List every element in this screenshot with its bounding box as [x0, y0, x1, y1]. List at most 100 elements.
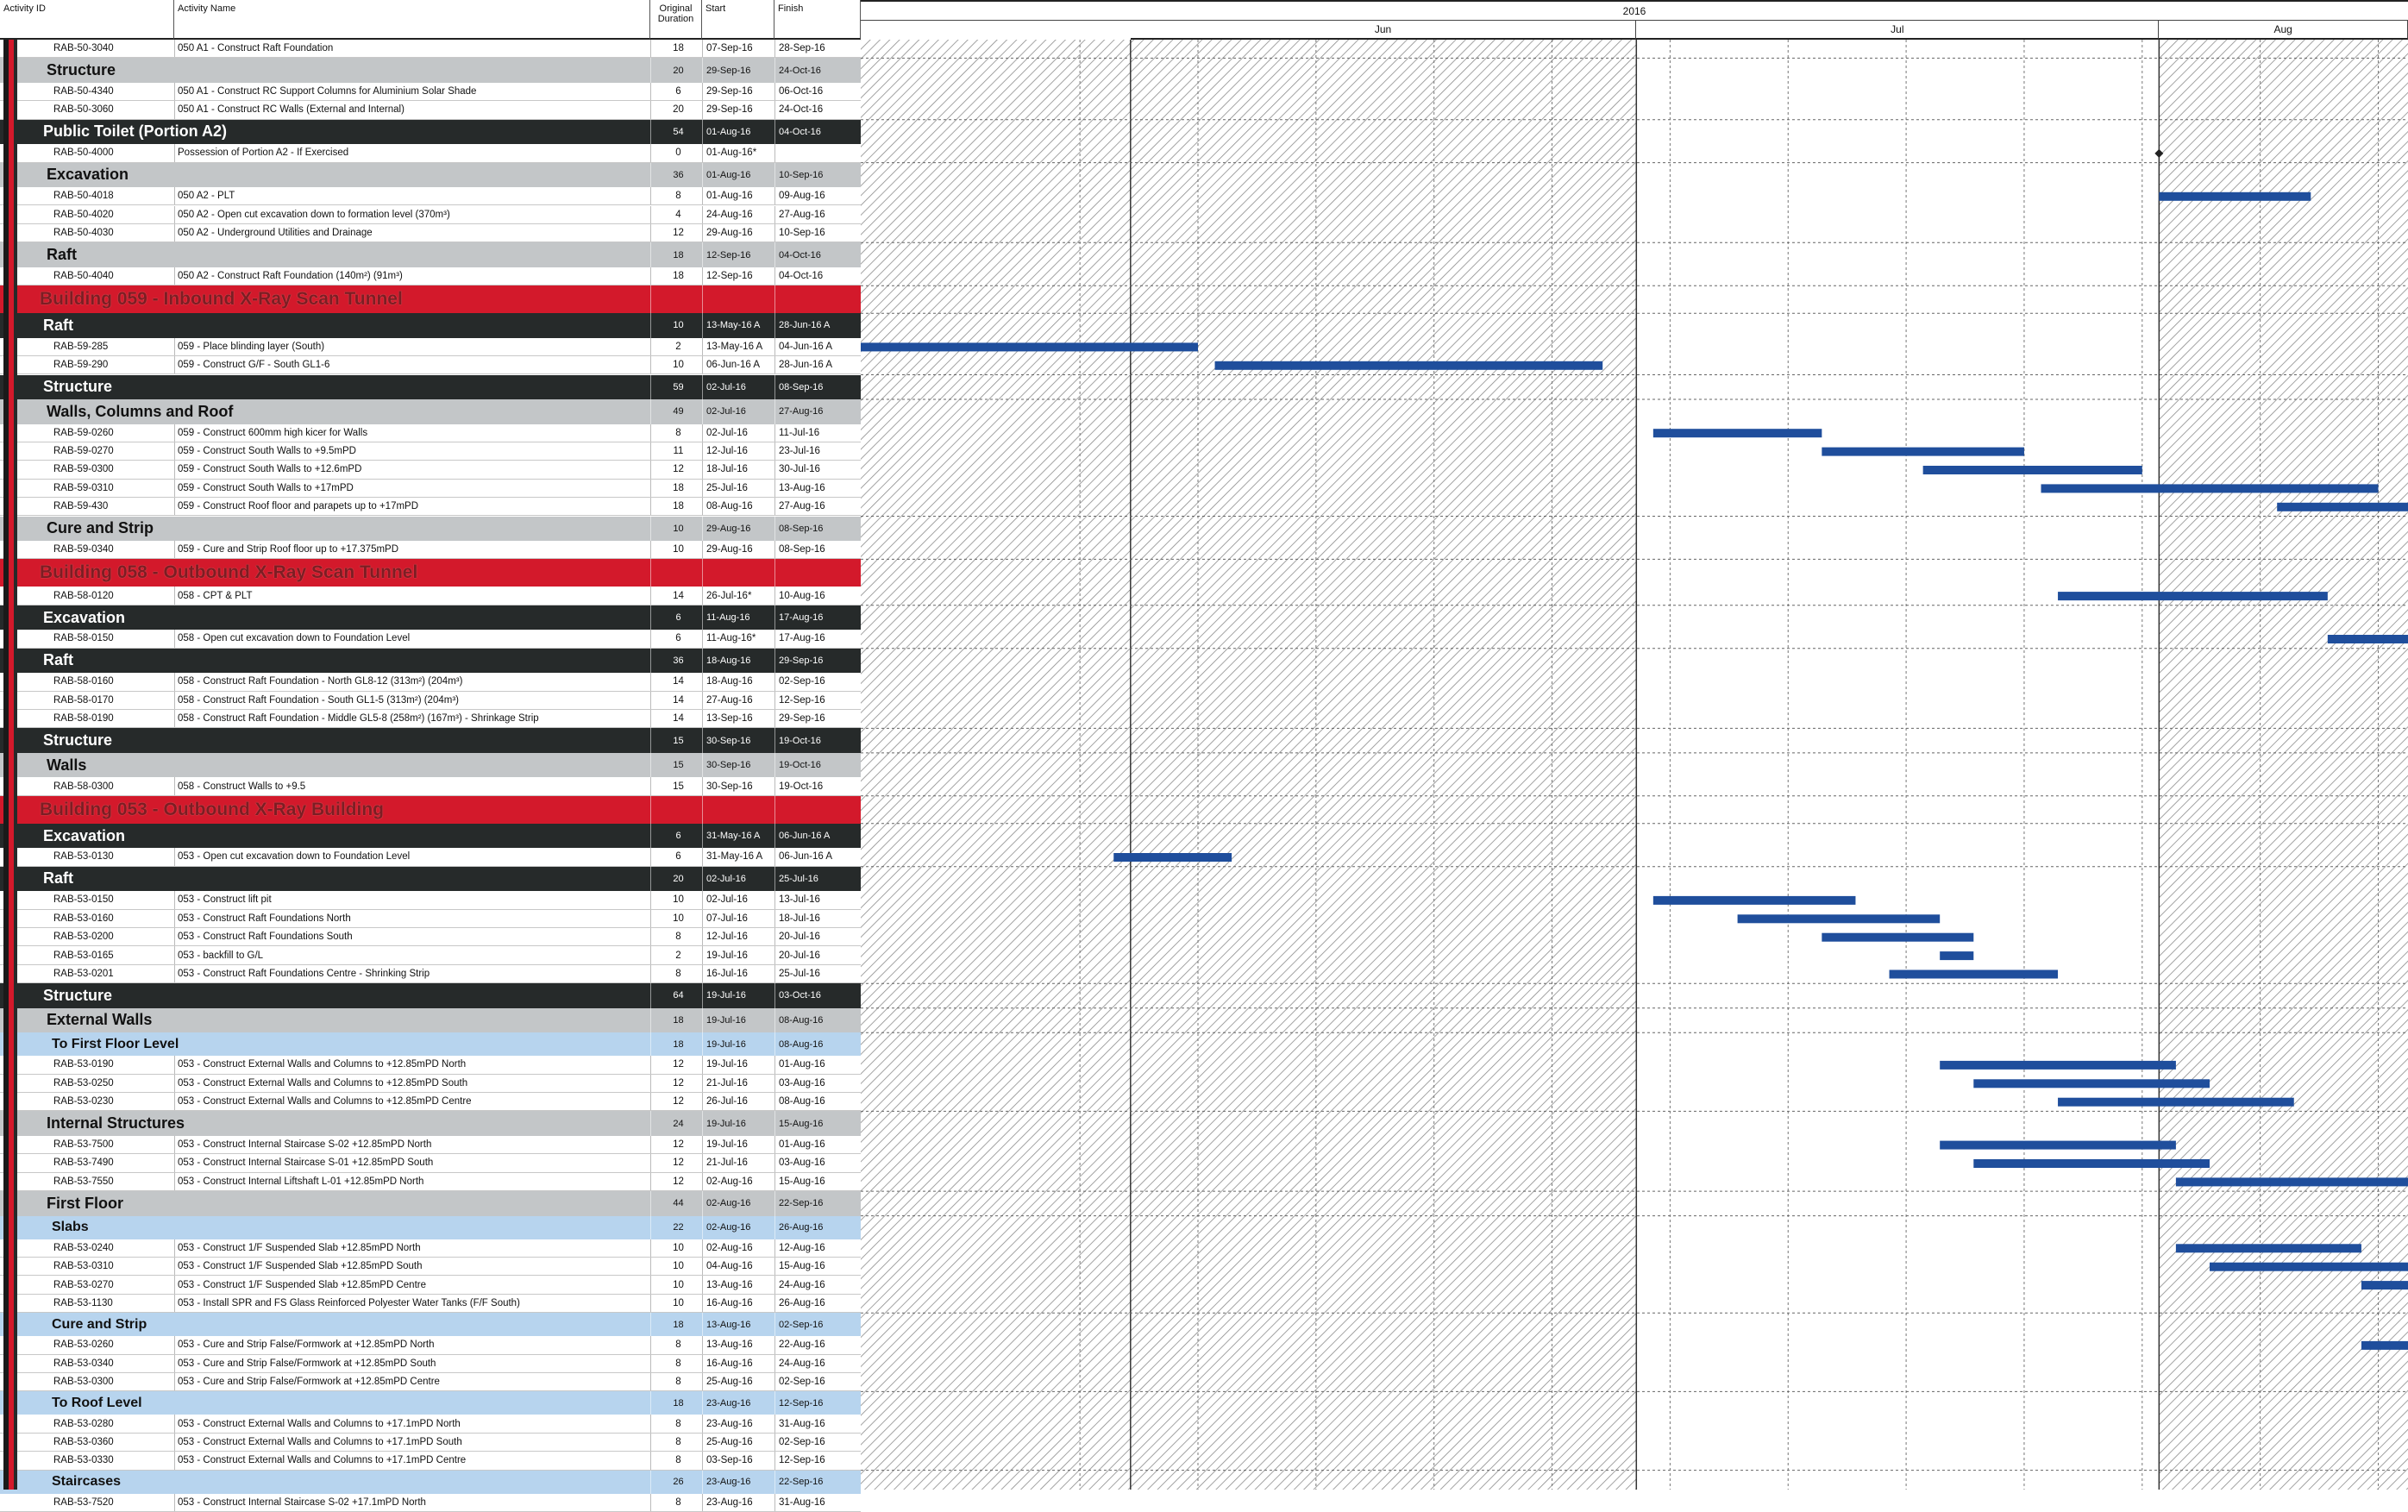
activity-id-cell: RAB-53-0150 [53, 894, 114, 906]
activity-row[interactable]: RAB-50-4040 050 A2 - Construct Raft Found… [0, 267, 861, 286]
column-header-activity-name[interactable]: Activity Name [174, 0, 650, 40]
wbs-row[interactable]: Walls 15 30-Sep-16 19-Oct-16 [0, 752, 861, 778]
wbs-row[interactable]: To Roof Level 18 23-Aug-16 12-Sep-16 [0, 1391, 861, 1415]
activity-row[interactable]: RAB-53-0240 053 - Construct 1/F Suspended… [0, 1239, 861, 1258]
activity-row[interactable]: RAB-53-0270 053 - Construct 1/F Suspended… [0, 1276, 861, 1295]
duration-cell [650, 285, 702, 314]
column-header-start[interactable]: Start [702, 0, 774, 40]
activity-table: Activity ID Activity Name Original Durat… [0, 0, 861, 1512]
activity-row[interactable]: RAB-50-4018 050 A2 - PLT 8 01-Aug-16 09-Aug-… [0, 187, 861, 206]
wbs-row[interactable]: Structure 64 19-Jul-16 03-Oct-16 [0, 983, 861, 1008]
activity-name-cell: 053 - Install SPR and FS Glass Reinforce… [174, 1294, 650, 1313]
column-header-finish[interactable]: Finish [774, 0, 861, 40]
finish-cell: 17-Aug-16 [774, 630, 861, 648]
activity-row[interactable]: RAB-59-430 059 - Construct Roof floor and… [0, 498, 861, 517]
activity-row[interactable]: RAB-59-290 059 - Construct G/F - South GL… [0, 356, 861, 375]
activity-row[interactable]: RAB-53-7500 053 - Construct Internal Stai… [0, 1135, 861, 1155]
wbs-row[interactable]: Staircases 26 23-Aug-16 22-Sep-16 [0, 1470, 861, 1494]
wbs-row[interactable]: Raft 18 12-Sep-16 04-Oct-16 [0, 242, 861, 267]
activity-row[interactable]: RAB-58-0120 058 - CPT & PLT 14 26-Jul-16* 10… [0, 587, 861, 605]
activity-row[interactable]: RAB-53-0130 053 - Open cut excavation dow… [0, 848, 861, 867]
activity-row[interactable]: RAB-58-0170 058 - Construct Raft Foundati… [0, 691, 861, 710]
activity-row[interactable]: RAB-53-0201 053 - Construct Raft Foundati… [0, 964, 861, 984]
activity-row[interactable]: RAB-59-0310 059 - Construct South Walls t… [0, 479, 861, 499]
wbs-row[interactable]: Slabs 22 02-Aug-16 26-Aug-16 [0, 1215, 861, 1239]
activity-row[interactable]: RAB-53-0230 053 - Construct External Wall… [0, 1093, 861, 1112]
activity-row[interactable]: RAB-53-0340 053 - Cure and Strip False/Fo… [0, 1354, 861, 1373]
wbs-row[interactable]: Public Toilet (Portion A2) 54 01-Aug-16 04-… [0, 119, 861, 145]
activity-row[interactable]: RAB-53-0360 053 - Construct External Wall… [0, 1433, 861, 1452]
wbs-row[interactable]: Excavation 36 01-Aug-16 10-Sep-16 [0, 162, 861, 188]
wbs-row[interactable]: Excavation 6 11-Aug-16 17-Aug-16 [0, 605, 861, 631]
activity-name-cell: 053 - Construct Raft Foundations North [174, 909, 650, 927]
wbs-row[interactable]: Excavation 6 31-May-16 A 06-Jun-16 A [0, 823, 861, 849]
activity-row[interactable]: RAB-50-4030 050 A2 - Underground Utilitie… [0, 223, 861, 243]
column-header-label: Start [705, 3, 726, 14]
wbs-row[interactable]: Cure and Strip 10 29-Aug-16 08-Sep-16 [0, 516, 861, 541]
activity-row[interactable]: RAB-53-0150 053 - Construct lift pit 10 02-… [0, 891, 861, 910]
wbs-row[interactable]: Internal Structures 24 19-Jul-16 15-Aug-16 [0, 1111, 861, 1136]
activity-row[interactable]: RAB-53-7550 053 - Construct Internal Lift… [0, 1172, 861, 1192]
wbs-row[interactable]: External Walls 18 19-Jul-16 08-Aug-16 [0, 1007, 861, 1033]
wbs-row[interactable]: Walls, Columns and Roof 49 02-Jul-16 27-Aug… [0, 399, 861, 424]
finish-cell: 19-Oct-16 [774, 777, 861, 795]
activity-row[interactable]: RAB-59-0300 059 - Construct South Walls t… [0, 461, 861, 480]
activity-row[interactable]: RAB-50-4340 050 A1 - Construct RC Support… [0, 82, 861, 102]
wbs-row[interactable]: Building 059 - Inbound X-Ray Scan Tunnel [0, 285, 861, 314]
wbs-row[interactable]: First Floor 44 02-Aug-16 22-Sep-16 [0, 1191, 861, 1216]
duration-cell: 0 [650, 144, 702, 162]
wbs-row[interactable]: Building 053 - Outbound X-Ray Building [0, 795, 861, 824]
finish-cell: 08-Aug-16 [774, 1007, 861, 1033]
activity-row[interactable]: RAB-53-0310 053 - Construct 1/F Suspended… [0, 1258, 861, 1277]
activity-row[interactable]: RAB-50-3060 050 A1 - Construct RC Walls (… [0, 101, 861, 120]
activity-row[interactable]: RAB-59-0260 059 - Construct 600mm high ki… [0, 423, 861, 442]
activity-name-cell: 053 - Construct External Walls and Colum… [174, 1433, 650, 1452]
wbs-row[interactable]: Structure 15 30-Sep-16 19-Oct-16 [0, 728, 861, 753]
activity-row[interactable]: RAB-53-0165 053 - backfill to G/L 2 19-Jul-… [0, 946, 861, 965]
start-cell: 01-Aug-16* [702, 144, 774, 162]
activity-row[interactable]: RAB-53-0250 053 - Construct External Wall… [0, 1074, 861, 1093]
start-cell: 27-Aug-16 [702, 691, 774, 709]
activity-row[interactable]: RAB-58-0190 058 - Construct Raft Foundati… [0, 710, 861, 729]
activity-name-cell: 053 - Construct 1/F Suspended Slab +12.8… [174, 1276, 650, 1294]
activity-row[interactable]: RAB-53-1130 053 - Install SPR and FS Glas… [0, 1294, 861, 1314]
activity-row[interactable]: RAB-53-0280 053 - Construct External Wall… [0, 1415, 861, 1434]
wbs-row[interactable]: Structure 20 29-Sep-16 24-Oct-16 [0, 58, 861, 83]
activity-row[interactable]: RAB-53-0260 053 - Cure and Strip False/Fo… [0, 1336, 861, 1355]
duration-cell: 18 [650, 1032, 702, 1057]
wbs-row[interactable]: Raft 36 18-Aug-16 29-Sep-16 [0, 648, 861, 674]
column-header-original-duration[interactable]: Original Duration [650, 0, 702, 40]
finish-cell: 18-Jul-16 [774, 909, 861, 927]
duration-cell: 15 [650, 777, 702, 795]
finish-cell: 27-Aug-16 [774, 498, 861, 516]
activity-row[interactable]: RAB-58-0150 058 - Open cut excavation dow… [0, 630, 861, 649]
activity-row[interactable]: RAB-59-285 059 - Place blinding layer (So… [0, 337, 861, 357]
activity-row[interactable]: RAB-58-0300 058 - Construct Walls to +9.5… [0, 777, 861, 796]
activity-row[interactable]: RAB-50-3040 050 A1 - Construct Raft Found… [0, 40, 861, 59]
activity-row[interactable]: RAB-53-7520 053 - Construct Internal Stai… [0, 1493, 861, 1512]
wbs-row[interactable]: Raft 10 13-May-16 A 28-Jun-16 A [0, 313, 861, 338]
activity-row[interactable]: RAB-50-4000 Possession of Portion A2 - If… [0, 144, 861, 163]
activity-row[interactable]: RAB-53-0300 053 - Cure and Strip False/Fo… [0, 1373, 861, 1392]
activity-row[interactable]: RAB-53-7490 053 - Construct Internal Stai… [0, 1154, 861, 1173]
activity-row[interactable]: RAB-53-0160 053 - Construct Raft Foundati… [0, 909, 861, 928]
wbs-row[interactable]: To First Floor Level 18 19-Jul-16 08-Aug-16 [0, 1032, 861, 1057]
activity-row[interactable]: RAB-59-0340 059 - Cure and Strip Roof flo… [0, 541, 861, 560]
wbs-row[interactable]: Cure and Strip 18 13-Aug-16 02-Sep-16 [0, 1313, 861, 1337]
activity-name-cell: 053 - Construct Raft Foundations Centre … [174, 964, 650, 983]
finish-cell: 26-Aug-16 [774, 1215, 861, 1239]
wbs-row[interactable]: Structure 59 02-Jul-16 08-Sep-16 [0, 374, 861, 399]
activity-row[interactable]: RAB-58-0160 058 - Construct Raft Foundati… [0, 673, 861, 692]
activity-row[interactable]: RAB-59-0270 059 - Construct South Walls t… [0, 442, 861, 461]
finish-cell: 28-Sep-16 [774, 40, 861, 58]
activity-row[interactable]: RAB-53-0330 053 - Construct External Wall… [0, 1452, 861, 1471]
activity-row[interactable]: RAB-50-4020 050 A2 - Open cut excavation … [0, 205, 861, 224]
activity-row[interactable]: RAB-53-0200 053 - Construct Raft Foundati… [0, 928, 861, 947]
start-cell: 02-Jul-16 [702, 399, 774, 424]
activity-row[interactable]: RAB-53-0190 053 - Construct External Wall… [0, 1056, 861, 1075]
finish-cell [774, 285, 861, 314]
wbs-row[interactable]: Raft 20 02-Jul-16 25-Jul-16 [0, 866, 861, 892]
activity-bar [2058, 592, 2328, 601]
column-header-activity-id[interactable]: Activity ID [0, 0, 174, 40]
wbs-row[interactable]: Building 058 - Outbound X-Ray Scan Tunne… [0, 559, 861, 587]
